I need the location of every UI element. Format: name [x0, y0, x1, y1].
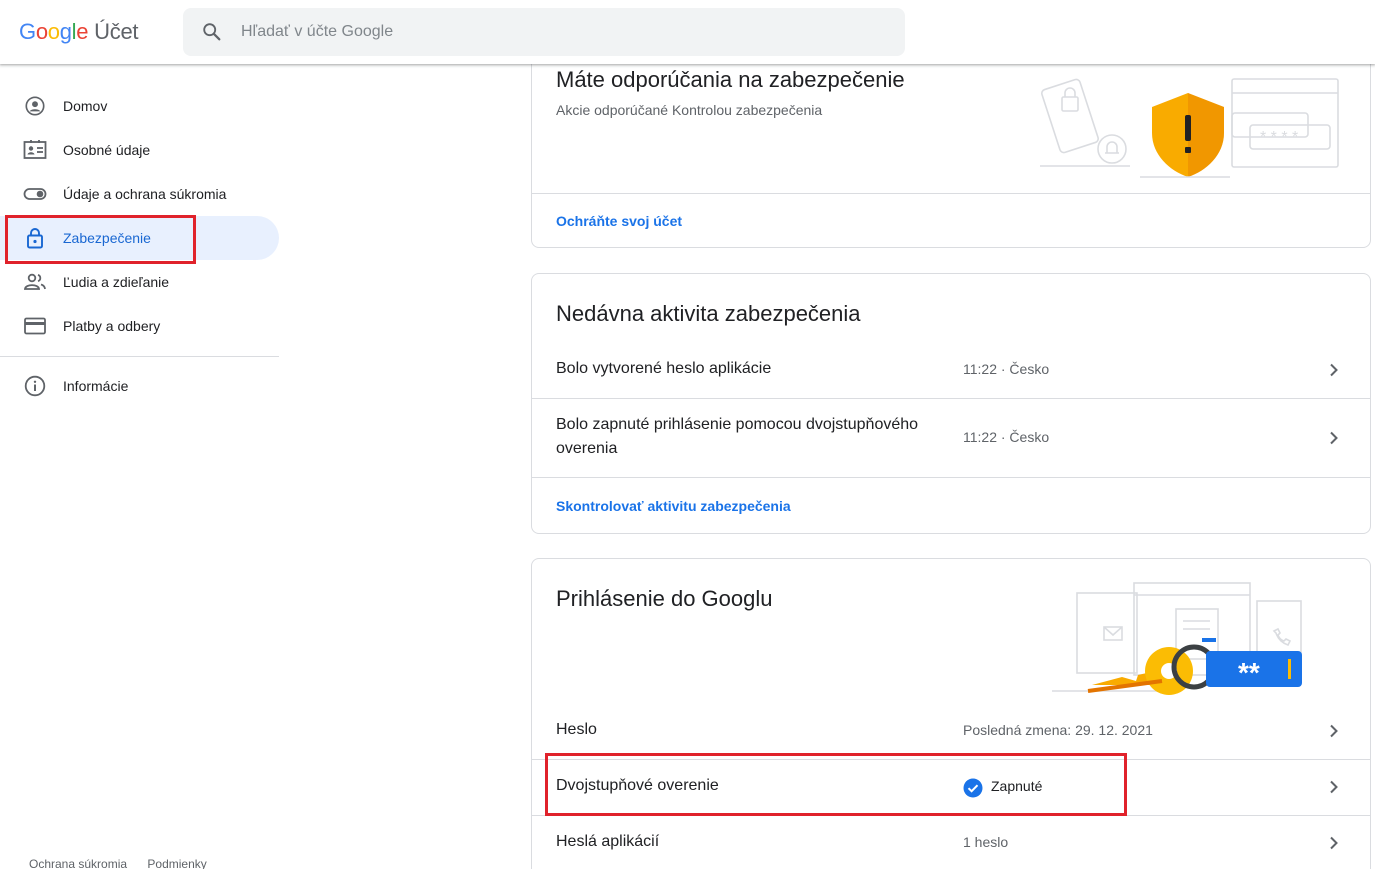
svg-text:* * * *: * * * * — [1260, 129, 1298, 146]
sidebar-item-label: Domov — [63, 98, 108, 114]
two-step-verification-row[interactable]: Dvojstupňové overenie Zapnuté — [532, 760, 1370, 815]
top-app-bar: Google Účet — [0, 0, 1375, 64]
two-step-label: Dvojstupňové overenie — [556, 777, 719, 794]
activity-time: 11:22 · Česko — [963, 361, 1050, 377]
activity-label: Bolo vytvorené heslo aplikácie — [556, 360, 772, 377]
sidebar-item-label: Údaje a ochrana súkromia — [63, 186, 227, 202]
two-step-status: Zapnuté — [991, 778, 1043, 794]
card-divider — [532, 477, 1370, 478]
sidebar-item-label: Osobné údaje — [63, 142, 151, 158]
card-divider — [532, 193, 1370, 194]
lock-icon — [27, 228, 43, 249]
app-passwords-label: Heslá aplikácií — [556, 833, 660, 850]
activity-row[interactable]: Bolo vytvorené heslo aplikácie 11:22 · Č… — [532, 344, 1370, 398]
check-circle-icon — [963, 778, 983, 798]
card-title: Máte odporúčania na zabezpečenie — [556, 67, 905, 92]
sidebar-item-label: Zabezpečenie — [63, 230, 151, 246]
sidebar-item-payments[interactable]: Platby a odbery — [0, 304, 279, 348]
logo-letter: e — [76, 19, 89, 44]
signing-in-card: Prihlásenie do Googlu ** Heslo Posledná … — [531, 558, 1371, 869]
password-label: Heslo — [556, 721, 597, 738]
sidebar-item-home[interactable]: Domov — [0, 84, 279, 128]
activity-time: 11:22 · Česko — [963, 429, 1050, 445]
credit-card-icon — [24, 317, 46, 335]
activity-label: Bolo zapnuté prihlásenie pomocou dvojstu… — [556, 416, 919, 457]
password-row[interactable]: Heslo Posledná zmena: 29. 12. 2021 — [532, 705, 1370, 759]
chevron-right-icon — [1330, 363, 1338, 377]
sidebar-item-security[interactable]: Zabezpečenie — [0, 216, 279, 260]
card-title: Nedávna aktivita zabezpečenia — [556, 301, 861, 326]
card-title: Prihlásenie do Googlu — [556, 586, 773, 611]
logo-letter: g — [59, 19, 72, 44]
toggle-icon — [23, 188, 47, 200]
sidebar-item-people-sharing[interactable]: Ľudia a zdieľanie — [0, 260, 279, 304]
password-last-changed: Posledná zmena: 29. 12. 2021 — [963, 722, 1153, 738]
sidebar-item-label: Informácie — [63, 378, 129, 394]
signin-keys-illustration: ** — [1052, 582, 1302, 695]
search-input[interactable] — [241, 20, 881, 44]
app-passwords-count: 1 heslo — [963, 834, 1009, 850]
sidebar-item-data-privacy[interactable]: Údaje a ochrana súkromia — [0, 172, 279, 216]
protect-account-link[interactable]: Ochráňte svoj účet — [556, 213, 682, 229]
sidebar-item-about[interactable]: Informácie — [0, 364, 279, 408]
app-passwords-row[interactable]: Heslá aplikácií 1 heslo — [532, 816, 1370, 869]
id-card-icon — [23, 140, 47, 159]
sidebar-divider — [0, 356, 279, 357]
logo-letter: G — [19, 19, 36, 44]
search-icon[interactable] — [201, 21, 223, 43]
privacy-link[interactable]: Ochrana súkromia — [29, 857, 127, 869]
home-icon — [25, 96, 45, 116]
security-shield-illustration: * * * * — [1040, 78, 1339, 178]
sidebar-item-label: Platby a odbery — [63, 318, 161, 334]
sidebar-item-personal-info[interactable]: Osobné údaje — [0, 128, 279, 172]
chevron-right-icon — [1330, 836, 1338, 850]
activity-row[interactable]: Bolo zapnuté prihlásenie pomocou dvojstu… — [532, 399, 1370, 477]
sidebar-nav: Domov Osobné údaje Údaje a ochrana súkro… — [0, 84, 280, 408]
sidebar-item-label: Ľudia a zdieľanie — [63, 274, 170, 290]
search-bar[interactable] — [183, 8, 905, 56]
chevron-right-icon — [1330, 780, 1338, 794]
review-security-activity-link[interactable]: Skontrolovať aktivitu zabezpečenia — [556, 498, 791, 514]
card-subtitle: Akcie odporúčané Kontrolou zabezpečenia — [556, 102, 823, 118]
terms-link[interactable]: Podmienky — [147, 857, 206, 869]
chevron-right-icon — [1330, 724, 1338, 738]
info-icon — [24, 375, 46, 397]
chevron-right-icon — [1330, 431, 1338, 445]
logo-letter: o — [47, 19, 60, 44]
people-icon — [24, 273, 46, 290]
logo-letter: o — [35, 19, 48, 44]
footer-links: Ochrana súkromia Podmienky — [29, 857, 224, 869]
product-name: Účet — [94, 19, 139, 44]
svg-text:**: ** — [1238, 657, 1260, 688]
google-account-logo[interactable]: Google Účet — [19, 19, 139, 45]
recent-security-activity-card: Nedávna aktivita zabezpečenia Bolo vytvo… — [531, 273, 1371, 534]
